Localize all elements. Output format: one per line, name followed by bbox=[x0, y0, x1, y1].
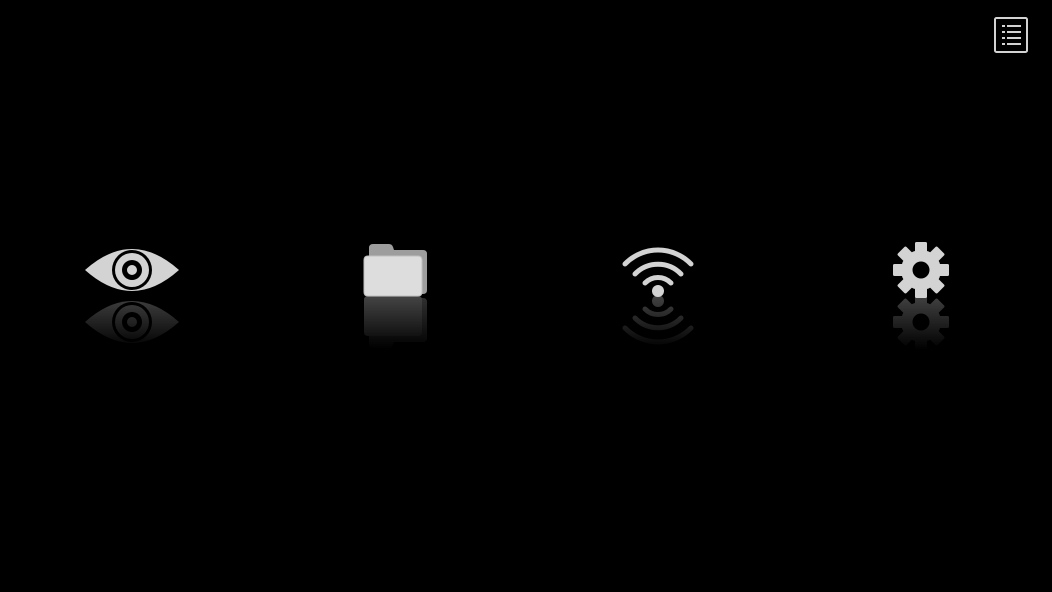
nav-files-button[interactable] bbox=[361, 242, 429, 350]
gear-icon-reflection bbox=[893, 294, 949, 350]
wifi-icon-reflection bbox=[622, 295, 694, 345]
wifi-icon bbox=[622, 247, 694, 297]
folder-icon bbox=[363, 244, 427, 297]
nav-settings-button[interactable] bbox=[892, 242, 950, 350]
main-nav bbox=[0, 0, 1052, 592]
gear-icon bbox=[893, 242, 949, 298]
nav-wifi-button[interactable] bbox=[621, 242, 695, 350]
eye-icon bbox=[85, 249, 179, 291]
folder-icon-reflection bbox=[364, 296, 427, 348]
nav-view-button[interactable] bbox=[84, 242, 180, 350]
eye-icon-reflection bbox=[85, 301, 179, 343]
